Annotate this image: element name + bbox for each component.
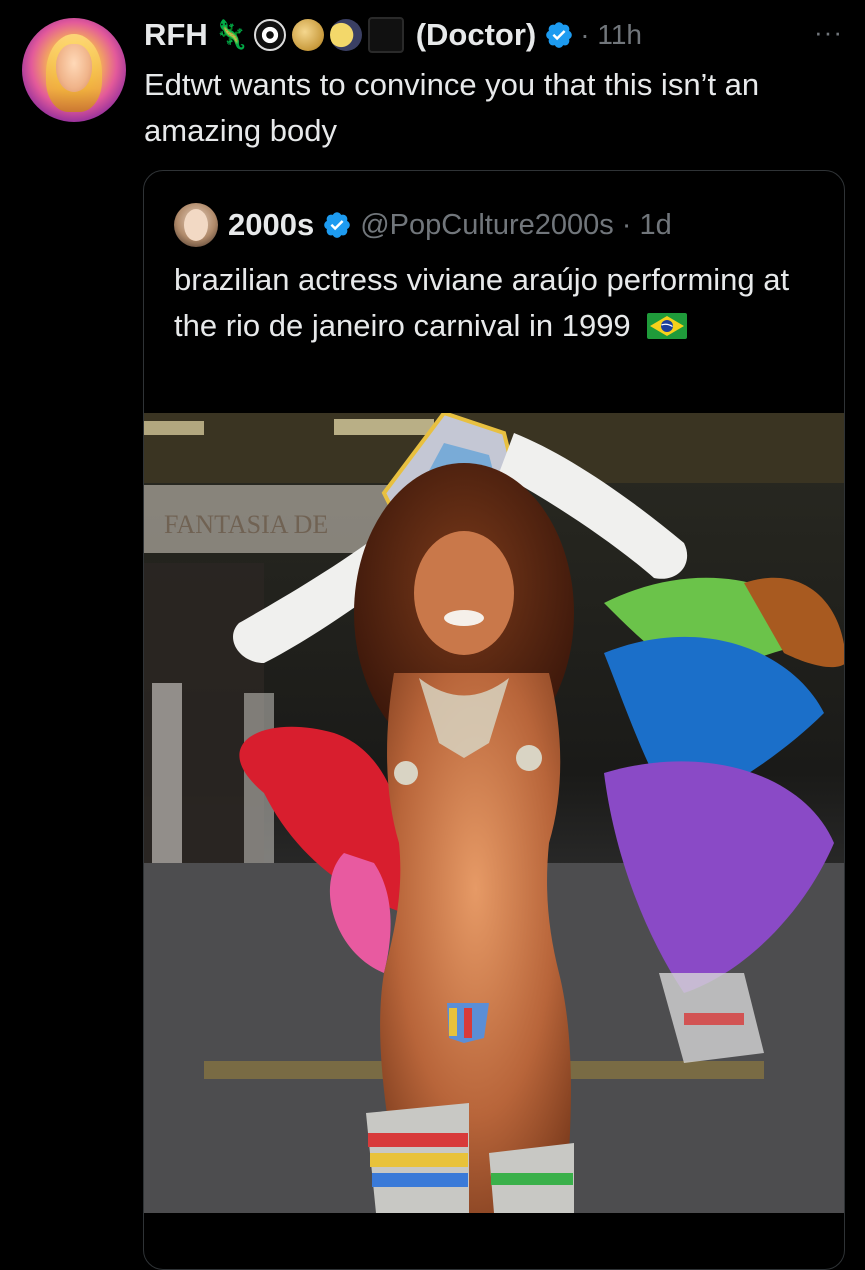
- more-icon[interactable]: ···: [814, 19, 843, 45]
- black-square-emoji-icon: [367, 17, 404, 53]
- carnival-photo[interactable]: FANTASIA DE: [144, 413, 845, 1213]
- avatar-face: [56, 44, 92, 92]
- quote-author-name[interactable]: 2000s: [228, 207, 314, 243]
- lizard-emoji-icon: 🦎: [213, 18, 249, 51]
- banner-text: FANTASIA DE: [164, 510, 328, 539]
- quote-timestamp[interactable]: · 1d: [622, 209, 672, 242]
- quote-text-body: brazilian actress viviane araújo perform…: [174, 262, 790, 343]
- quote-header: 2000s @PopCulture2000s · 1d: [174, 203, 672, 247]
- saturn-emoji-icon: [291, 19, 324, 51]
- verified-icon: [324, 212, 351, 238]
- verified-icon: [546, 22, 573, 48]
- brazil-flag-icon: [647, 313, 688, 339]
- tweet-text: Edtwt wants to convince you that this is…: [144, 67, 760, 148]
- quote-text: brazilian actress viviane araújo perform…: [174, 257, 824, 349]
- tweet-timestamp[interactable]: · 11h: [580, 19, 642, 51]
- author-name[interactable]: RFH: [144, 17, 208, 53]
- author-avatar[interactable]: [22, 18, 126, 122]
- quote-author-handle[interactable]: @PopCulture2000s: [360, 209, 614, 242]
- tweet-header: RFH 🦎 (Doctor) · 11h: [144, 12, 642, 58]
- moon-emoji-icon: [329, 19, 362, 51]
- eye-emoji-icon: [253, 19, 286, 51]
- tweet[interactable]: RFH 🦎 (Doctor) · 11h ··· Edtwt wants to …: [0, 0, 865, 1270]
- quoted-tweet[interactable]: 2000s @PopCulture2000s · 1d brazilian ac…: [143, 170, 845, 1270]
- author-name-suffix[interactable]: (Doctor): [416, 17, 537, 53]
- quote-author-avatar[interactable]: [174, 203, 218, 247]
